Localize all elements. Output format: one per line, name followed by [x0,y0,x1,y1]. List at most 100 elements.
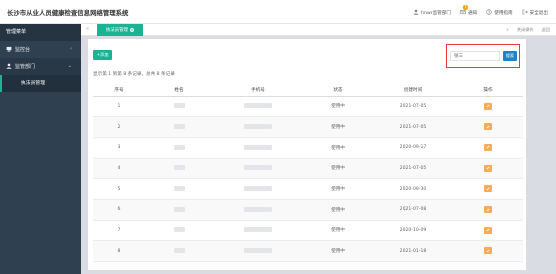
redacted-phone [244,227,272,233]
sidebar: 管理菜单 监控台 ‹ 监管部门 ⌄ 执法员管理 [0,24,81,274]
sidebar-item-label: 监管部门 [15,64,36,70]
row-created: 2021-07-05 [373,96,453,118]
help-link[interactable]: 使用指南 [486,9,513,17]
row-phone [213,116,303,138]
edit-button[interactable] [484,185,492,193]
edit-button[interactable] [484,143,492,151]
row-name [145,178,213,200]
pencil-icon [486,125,490,128]
logout-link[interactable]: 安全退出 [522,9,548,17]
notify-label: 通知 [468,11,478,16]
row-created: 2021-07-08 [373,199,453,221]
table-row: 3 使用中 2020-09-17 [93,137,523,159]
column-header-phone: 手机号 [213,84,303,97]
row-actions [453,158,523,180]
row-actions [453,220,523,242]
search-area-highlight: 搜索 [446,44,520,68]
tab-inspectors[interactable]: 执法员管理 × [97,24,143,36]
add-button[interactable]: +添加 [93,50,112,60]
pencil-icon [486,228,490,232]
row-created: 2020-10-09 [373,220,453,242]
row-name [145,96,213,118]
app-title: 长沙市从业人员健康检查信息网络管理系统 [7,9,129,17]
redacted-name [173,248,185,254]
edit-button[interactable] [484,123,492,131]
row-index: 8 [93,240,145,262]
envelope-icon [460,9,466,17]
pencil-icon [486,208,490,211]
redacted-phone [244,124,272,130]
back-button[interactable]: 返回 [542,27,550,33]
row-index: 7 [93,220,145,242]
row-created: 2021-07-05 [373,158,453,180]
row-status: 使用中 [303,199,373,221]
redacted-phone [244,186,272,192]
redacted-phone [244,206,272,212]
row-status: 使用中 [303,116,373,138]
search-input[interactable] [450,51,500,61]
row-index: 3 [93,137,145,159]
row-name [145,199,213,221]
main-panel: +添加 搜索 显示第 1 到第 8 条记录，总共 8 条记录 序号 姓名 手机号… [88,39,526,270]
row-index: 6 [93,199,145,221]
notify-link[interactable]: 1 通知 [460,5,478,17]
row-status: 使用中 [303,158,373,180]
edit-button[interactable] [484,206,492,214]
edit-button[interactable] [484,164,492,172]
row-created: 2020-09-30 [373,178,453,200]
redacted-phone [244,144,272,150]
tab-actions: » 关闭操作 返回 [506,27,550,33]
row-phone [213,220,303,242]
tab-bar: « 执法员管理 × » 关闭操作 返回 [81,24,556,36]
close-icon[interactable]: × [129,28,134,32]
edit-button[interactable] [484,102,492,110]
redacted-name [173,124,185,130]
top-right-menu: hnwr监管部门 1 通知 使用指南 安全退出 [413,5,548,17]
redacted-name [173,144,185,150]
help-icon [486,9,492,17]
table-row: 8 使用中 2021-01-18 [93,240,523,262]
redacted-phone [244,248,272,254]
tab-next-button[interactable]: » [506,27,509,33]
row-phone [213,199,303,221]
tab-label: 执法员管理 [106,28,128,33]
row-name [145,116,213,138]
row-actions [453,240,523,262]
row-index: 1 [93,96,145,118]
row-index: 4 [93,158,145,180]
table-row: 7 使用中 2020-10-09 [93,220,523,242]
row-index: 2 [93,116,145,138]
pencil-icon [486,166,490,170]
user-name: hnwr监管部门 [421,11,452,16]
redacted-phone [244,103,272,109]
row-actions [453,96,523,118]
row-name [145,240,213,262]
row-created: 2021-01-18 [373,240,453,262]
sidebar-item-supervision[interactable]: 监管部门 ⌄ [0,58,81,75]
table-header-row: 序号 姓名 手机号 状态 创建时间 操作 [93,84,523,97]
user-menu[interactable]: hnwr监管部门 [413,9,451,17]
redacted-name [173,227,185,233]
sidebar-header: 管理菜单 [0,24,81,41]
search-button[interactable]: 搜索 [503,51,517,61]
row-name [145,220,213,242]
redacted-name [173,103,185,109]
tab-prev-button[interactable]: « [86,26,89,32]
column-header-created: 创建时间 [373,84,453,97]
edit-button[interactable] [484,226,492,234]
sidebar-subitem-inspectors[interactable]: 执法员管理 [0,75,81,92]
redacted-phone [244,165,272,171]
chevron-left-icon: ‹ [70,46,72,52]
row-actions [453,116,523,138]
table-row: 2 使用中 2021-07-05 [93,116,523,138]
edit-button[interactable] [484,247,492,255]
pencil-icon [486,104,490,108]
sidebar-item-dashboard[interactable]: 监控台 ‹ [0,41,81,58]
redacted-name [173,165,185,171]
table-row: 4 使用中 2021-07-05 [93,158,523,180]
row-phone [213,96,303,118]
row-status: 使用中 [303,220,373,242]
monitor-icon [6,46,15,54]
close-actions-dropdown[interactable]: 关闭操作 [517,27,534,33]
inspector-table: 序号 姓名 手机号 状态 创建时间 操作 1 使用中 2021-07-05 2 [93,84,523,262]
